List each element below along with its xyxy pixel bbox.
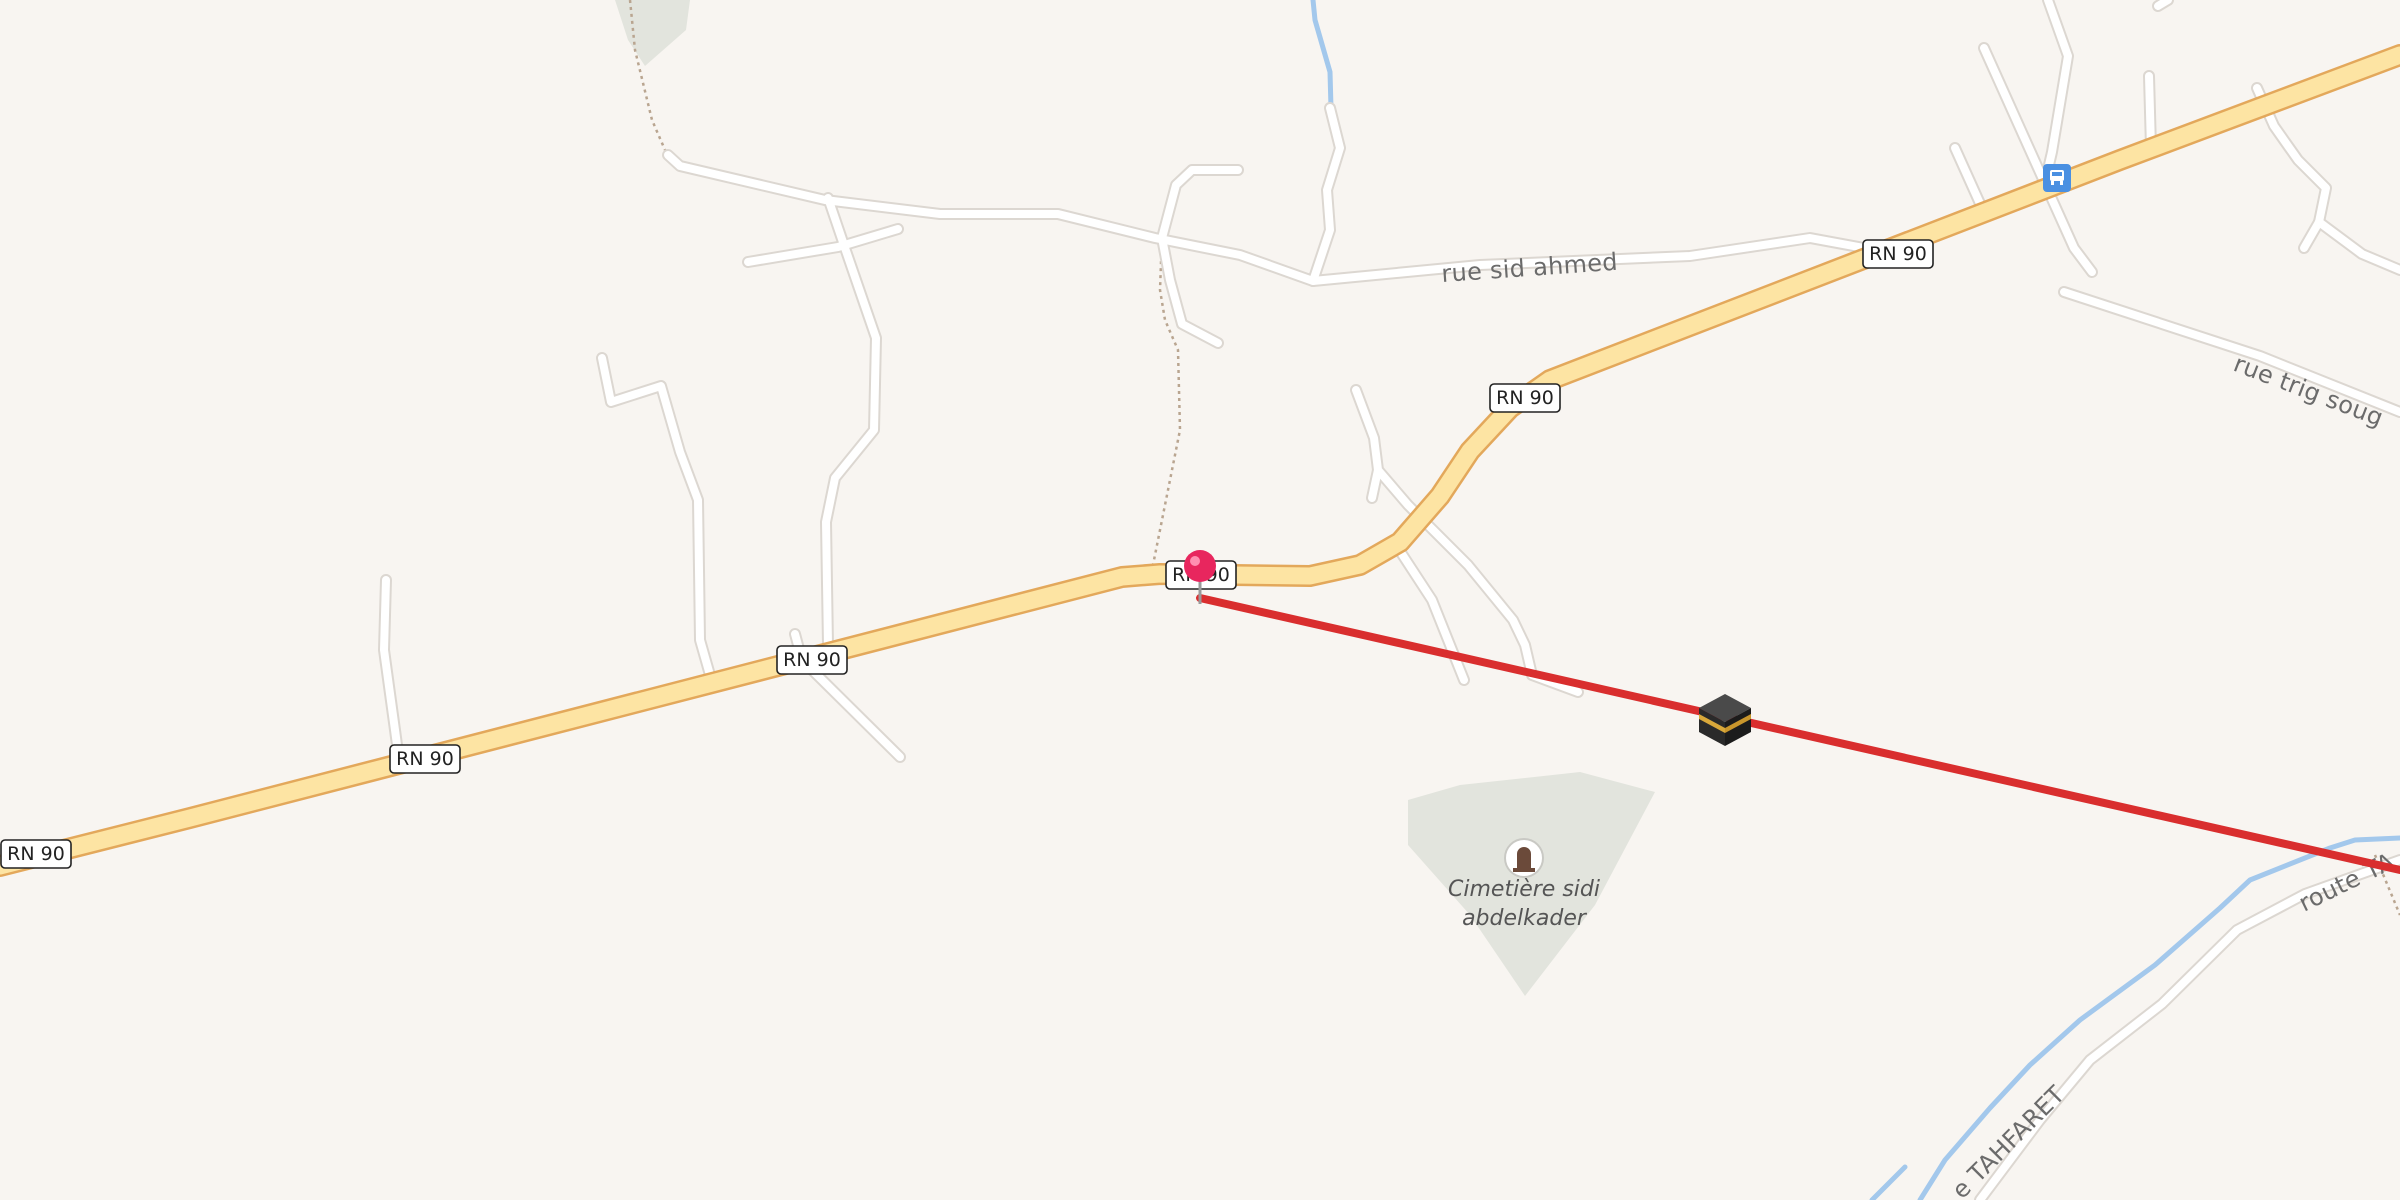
road-shield: RN 90	[0, 839, 72, 869]
bus-stop-icon[interactable]	[2043, 164, 2071, 192]
road-shield: RN 90	[776, 645, 848, 675]
waterways	[1310, 0, 2400, 1200]
park-area	[615, 0, 690, 66]
road-shield: RN 90	[1862, 239, 1934, 269]
svg-text:RN 90: RN 90	[783, 649, 841, 671]
svg-text:RN 90: RN 90	[1496, 387, 1554, 409]
svg-text:RN 90: RN 90	[1869, 243, 1927, 265]
svg-text:RN 90: RN 90	[7, 843, 65, 865]
footpaths	[628, 0, 2400, 916]
route-line[interactable]	[1196, 594, 2400, 874]
kaaba-icon[interactable]	[1699, 694, 1751, 746]
road-shield: RN 90	[389, 744, 461, 774]
cemetery-icon[interactable]	[1504, 838, 1544, 878]
cemetery-label-line2: abdelkader	[1462, 906, 1588, 931]
road-shield: RN 90	[1489, 383, 1561, 413]
svg-text:RN 90: RN 90	[396, 748, 454, 770]
map-canvas[interactable]: rue sid ahmed rue trig soug route TA e T…	[0, 0, 2400, 1200]
red-pin-marker-icon[interactable]	[1184, 550, 1216, 604]
cemetery-label-line1: Cimetière sidi	[1448, 877, 1600, 902]
street-label-rue-trig-soug: rue trig soug	[2230, 349, 2387, 432]
street-label-rue-sid-ahmed: rue sid ahmed	[1440, 248, 1618, 288]
